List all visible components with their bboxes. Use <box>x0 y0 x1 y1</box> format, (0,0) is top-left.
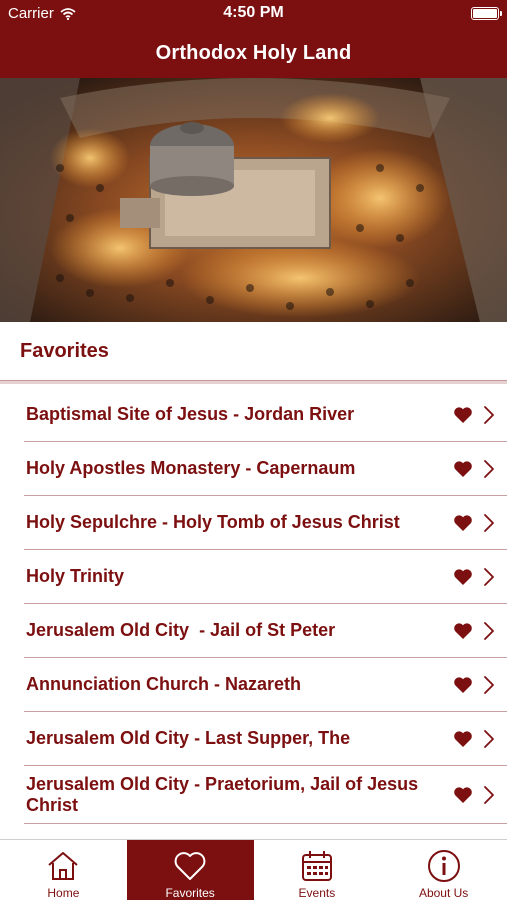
chevron-right-icon <box>484 459 494 478</box>
church-of-holy-sepulchre-photo <box>0 78 507 322</box>
heart-icon[interactable] <box>453 514 473 532</box>
heart-icon <box>174 852 206 880</box>
tab-label: About Us <box>418 886 469 900</box>
tab-favorites[interactable]: Favorites <box>126 840 254 900</box>
chevron-right-icon <box>484 675 494 694</box>
list-item[interactable]: Annunciation Church - Nazareth <box>24 658 507 712</box>
heart-icon[interactable] <box>453 786 473 804</box>
heart-icon[interactable] <box>453 406 473 424</box>
page-title: Orthodox Holy Land <box>155 42 352 64</box>
section-divider <box>0 380 507 384</box>
heart-icon[interactable] <box>453 460 473 478</box>
list-item[interactable]: Jerusalem Old City - Last Supper, The <box>24 712 507 766</box>
list-item[interactable]: Jerusalem Old City - Praetorium, Jail of… <box>24 766 507 824</box>
chevron-right-icon <box>484 405 494 424</box>
tab-about-us[interactable]: About Us <box>380 840 507 900</box>
heart-icon[interactable] <box>453 568 473 586</box>
tab-label: Home <box>47 886 80 900</box>
chevron-right-icon <box>484 621 494 640</box>
tab-label: Events <box>298 886 336 900</box>
battery-icon <box>471 7 502 20</box>
tab-events[interactable]: Events <box>254 840 381 900</box>
tab-label: Favorites <box>165 886 215 900</box>
list-item-label: Baptismal Site of Jesus - Jordan River <box>26 404 355 424</box>
list-item-label: Holy Sepulchre - Holy Tomb of Jesus Chri… <box>26 512 400 532</box>
heart-icon[interactable] <box>453 676 473 694</box>
heart-icon[interactable] <box>453 730 473 748</box>
calendar-icon <box>301 851 332 881</box>
hero-image <box>0 78 507 322</box>
chevron-right-icon <box>484 785 494 804</box>
list-item[interactable]: Holy Apostles Monastery - Capernaum <box>24 442 507 496</box>
list-item[interactable]: Holy Sepulchre - Holy Tomb of Jesus Chri… <box>24 496 507 550</box>
favorites-list: Baptismal Site of Jesus - Jordan River Ho… <box>0 388 507 824</box>
tab-home[interactable]: Home <box>0 840 127 900</box>
section-title: Favorites <box>20 340 109 362</box>
tab-bar: Home Favorites Events About Us <box>0 839 507 900</box>
list-item-label: Holy Apostles Monastery - Capernaum <box>26 458 356 478</box>
home-icon <box>48 852 79 880</box>
nav-bar: Orthodox Holy Land <box>0 28 507 78</box>
chevron-right-icon <box>484 729 494 748</box>
list-item-label: Jerusalem Old City - Praetorium, Jail of… <box>26 773 424 815</box>
list-item-label: Jerusalem Old City - Jail of St Peter <box>26 620 336 640</box>
list-item[interactable]: Baptismal Site of Jesus - Jordan River <box>24 388 507 442</box>
status-bar: Carrier 4:50 PM <box>0 0 507 28</box>
status-time: 4:50 PM <box>223 4 284 21</box>
info-icon <box>427 850 460 882</box>
list-item-label: Jerusalem Old City - Last Supper, The <box>26 728 351 748</box>
list-item[interactable]: Holy Trinity <box>24 550 507 604</box>
heart-icon[interactable] <box>453 622 473 640</box>
list-item-label: Annunciation Church - Nazareth <box>26 674 302 694</box>
chevron-right-icon <box>484 513 494 532</box>
list-item[interactable]: Jerusalem Old City - Jail of St Peter <box>24 604 507 658</box>
list-item-label: Holy Trinity <box>26 566 125 586</box>
chevron-right-icon <box>484 567 494 586</box>
